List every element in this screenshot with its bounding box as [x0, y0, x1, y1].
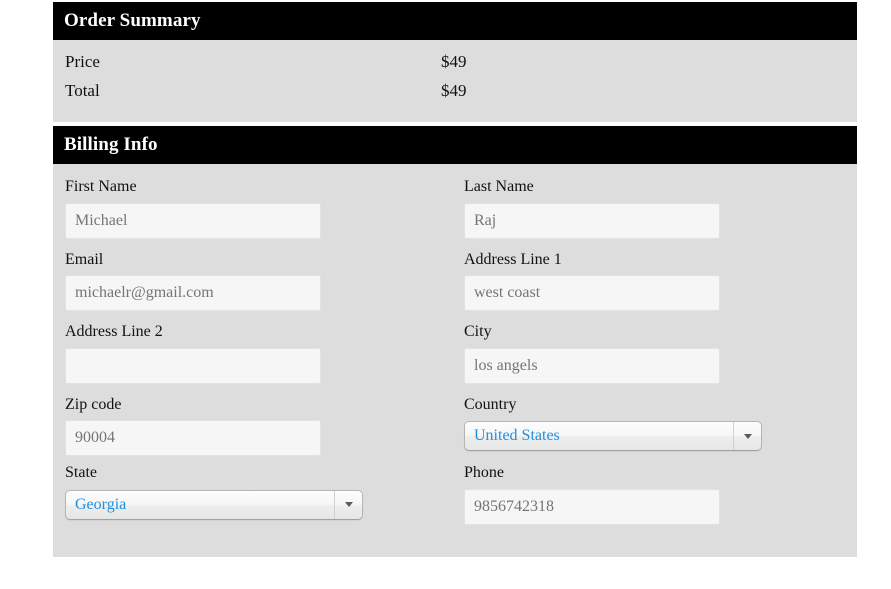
phone-label: Phone — [464, 464, 504, 482]
city-input[interactable] — [464, 347, 720, 384]
country-select[interactable]: United States — [464, 421, 762, 452]
form-row-names: First Name Last Name — [65, 178, 845, 251]
form-col-right-5: Phone — [455, 464, 845, 537]
chevron-down-icon — [743, 433, 752, 439]
form-col-left-5: State Georgia — [65, 464, 455, 537]
state-select-wrap: Georgia — [65, 489, 363, 520]
form-col-left-3: Address Line 2 — [65, 323, 455, 396]
order-summary-rows: Price $49 Total $49 — [53, 40, 857, 122]
last-name-input[interactable] — [464, 202, 720, 239]
billing-info-panel: Billing Info First Name Last Name — [53, 126, 857, 557]
address-line-1-input[interactable] — [464, 275, 720, 312]
address-line-2-input[interactable] — [65, 347, 321, 384]
country-select-arrow-zone[interactable] — [733, 422, 761, 451]
phone-input[interactable] — [464, 488, 720, 525]
email-input[interactable] — [65, 275, 321, 312]
order-summary-panel: Order Summary Price $49 Total $49 — [53, 2, 857, 122]
field-first-name: First Name — [65, 178, 455, 239]
form-col-right-2: Address Line 1 — [455, 251, 845, 324]
order-summary-title: Order Summary — [53, 2, 857, 40]
order-summary-body: Price $49 Total $49 — [53, 40, 857, 122]
state-select-arrow-zone[interactable] — [334, 490, 362, 519]
total-label: Total — [65, 81, 100, 100]
city-label: City — [464, 323, 492, 341]
field-city: City — [464, 323, 845, 384]
country-select-value: United States — [474, 428, 560, 445]
chevron-down-icon — [344, 502, 353, 508]
billing-info-body: First Name Last Name — [53, 164, 857, 557]
email-label: Email — [65, 250, 104, 268]
form-row-email-address1: Email Address Line 1 — [65, 251, 845, 324]
order-summary-row-total: Total $49 — [53, 81, 857, 110]
zip-code-input[interactable] — [65, 420, 321, 457]
field-email: Email — [65, 251, 455, 312]
last-name-label: Last Name — [464, 178, 534, 195]
state-label: State — [65, 464, 97, 482]
field-address-line-2: Address Line 2 — [65, 323, 455, 384]
field-phone: Phone — [464, 464, 845, 525]
field-address-line-1: Address Line 1 — [464, 251, 845, 312]
form-col-left-4: Zip code — [65, 396, 455, 465]
zip-code-label: Zip code — [65, 395, 122, 413]
country-select-wrap: United States — [464, 421, 762, 452]
first-name-input[interactable] — [65, 202, 321, 239]
form-col-left-1: First Name — [65, 178, 455, 251]
form-row-state-phone: State Georgia Phone 9856742318 — [65, 464, 845, 537]
form-col-right-1: Last Name — [455, 178, 845, 251]
form-col-right-3: City — [455, 323, 845, 396]
billing-form: First Name Last Name — [53, 164, 857, 557]
address-line-1-label: Address Line 1 — [464, 250, 562, 268]
price-value: $49 — [441, 52, 467, 71]
order-summary-row-price: Price $49 — [53, 52, 857, 81]
form-col-right-4: Country United States — [455, 396, 845, 465]
field-zip-code: Zip code — [65, 396, 455, 457]
country-label: Country — [464, 395, 517, 413]
address-line-2-label: Address Line 2 — [65, 323, 163, 341]
total-value: $49 — [441, 81, 467, 100]
state-select-value: Georgia — [75, 496, 127, 513]
form-row-zip-country: Zip code Country United States — [65, 396, 845, 465]
state-select[interactable]: Georgia — [65, 489, 363, 520]
form-col-left-2: Email — [65, 251, 455, 324]
field-country: Country United States — [464, 396, 845, 452]
field-state: State Georgia — [65, 464, 455, 520]
form-row-address2-city: Address Line 2 City — [65, 323, 845, 396]
field-last-name: Last Name — [464, 178, 845, 239]
billing-info-title: Billing Info — [53, 126, 857, 164]
price-label: Price — [65, 52, 100, 71]
checkout-page: Order Summary Price $49 Total $49 Billin… — [0, 0, 891, 589]
first-name-label: First Name — [65, 178, 137, 195]
